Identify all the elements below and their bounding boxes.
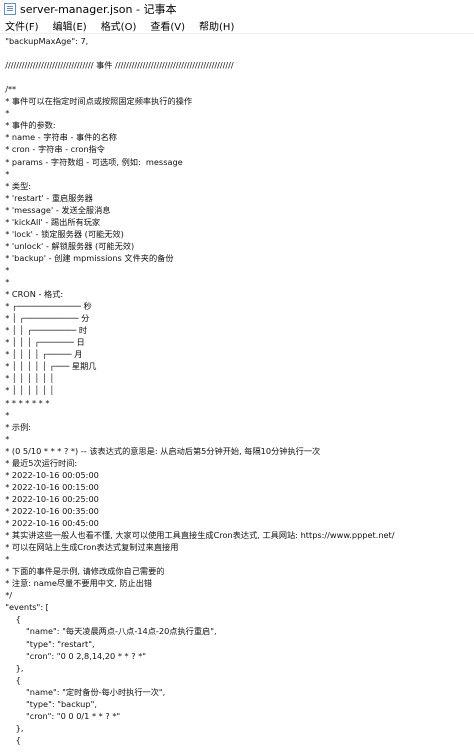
text-line: * 示例: xyxy=(0,421,32,432)
text-line: * 最近5次运行时间: xyxy=(0,457,78,468)
text-line: * xyxy=(0,409,10,420)
text-line: * 'backup' - 创建 mpmissions 文件夹的备份 xyxy=(0,252,174,263)
text-line: * 'lock' - 锁定服务器 (可能无效) xyxy=(0,228,124,239)
menu-format[interactable]: 格式(O) xyxy=(94,18,144,33)
text-line: * 'restart' - 重启服务器 xyxy=(0,192,93,203)
text-line: */ xyxy=(0,590,13,601)
text-line: * xyxy=(0,433,10,444)
text-line: }, xyxy=(0,722,24,733)
text-line: * name - 字符串 - 事件的名称 xyxy=(0,132,117,143)
text-line: "events": [ xyxy=(0,602,49,613)
text-line: * xyxy=(0,554,10,565)
text-line: * xyxy=(0,277,10,287)
text-line: * │ ┌─────────── 分 xyxy=(0,313,90,324)
text-line: "cron": "0 0 0/1 * * ? *" xyxy=(0,710,121,721)
text-line: "backupMaxAge": 7, xyxy=(0,36,89,46)
window-title: server-manager.json - 记事本 xyxy=(20,2,177,16)
text-line: * xyxy=(0,108,10,119)
notepad-window: server-manager.json - 记事本 文件(F) 编辑(E) 格式… xyxy=(0,0,474,753)
text-line: * params - 字符数组 - 可选项, 例如: message xyxy=(0,156,183,167)
text-line: * cron - 字符串 - cron指令 xyxy=(0,144,105,155)
text-line: * 2022-10-16 00:25:00 xyxy=(0,493,99,504)
text-line: { xyxy=(0,614,21,625)
text-line: * * * * * * * xyxy=(0,397,50,408)
text-line: * │ │ │ │ │ ┌─── 星期几 xyxy=(0,361,97,372)
text-line: * │ │ │ │ ┌───── 月 xyxy=(0,349,83,360)
text-line: * 下面的事件是示例, 请修改成你自己需要的 xyxy=(0,566,165,577)
text-line: * 事件可以在指定时间点或按照固定频率执行的操作 xyxy=(0,96,193,107)
text-line: * ┌───────────── 秒 xyxy=(0,301,92,312)
text-line: "name": "每天凌晨两点-八点-14点-20点执行重启", xyxy=(0,626,217,637)
text-line: "type": "backup", xyxy=(0,698,97,709)
text-line: * 2022-10-16 00:35:00 xyxy=(0,505,99,516)
text-line: * (0 5/10 * * * ? *) -- 该表达式的意思是: 从启动后第5… xyxy=(0,445,321,456)
text-line: * CRON - 格式: xyxy=(0,289,64,300)
text-line: * xyxy=(0,168,10,179)
text-line: * 'message' - 发送全服消息 xyxy=(0,204,111,215)
text-line: "cron": "0 0 2,8,14,20 * * ? *" xyxy=(0,650,147,661)
text-line: "type": "restart", xyxy=(0,638,95,649)
menu-file[interactable]: 文件(F) xyxy=(0,18,46,33)
text-editor-area[interactable]: "backupMaxAge": 7, /////////////////////… xyxy=(0,33,474,753)
text-line: * │ │ │ ┌─────── 日 xyxy=(0,337,85,348)
text-line: /** xyxy=(0,84,17,95)
text-line: * 2022-10-16 00:15:00 xyxy=(0,481,99,492)
text-line: * 事件的参数: xyxy=(0,120,56,131)
text-line: //////////////////////////////// 事件 ////… xyxy=(0,60,234,71)
text-line: * │ │ ┌───────── 时 xyxy=(0,325,88,336)
notepad-app-icon xyxy=(4,2,16,15)
text-line: * 其实讲这些一般人也看不懂, 大家可以使用工具直接生成Cron表达式, 工具网… xyxy=(0,530,395,541)
text-line: * 可以在网站上生成Cron表达式复制过来直接用 xyxy=(0,542,179,553)
title-bar: server-manager.json - 记事本 xyxy=(0,0,474,17)
text-line: * 类型: xyxy=(0,180,32,191)
text-line: * 'unlock' - 解锁服务器 (可能无效) xyxy=(0,240,135,251)
text-line: * │ │ │ │ │ │ xyxy=(0,385,55,396)
text-line: "name": "定时备份-每小时执行一次", xyxy=(0,686,166,697)
text-line: { xyxy=(0,674,21,685)
text-line: { xyxy=(0,734,21,745)
text-line: * 2022-10-16 00:05:00 xyxy=(0,469,99,480)
menu-view[interactable]: 查看(V) xyxy=(143,18,192,33)
menu-edit[interactable]: 编辑(E) xyxy=(46,18,94,33)
menu-help[interactable]: 帮助(H) xyxy=(192,18,241,33)
text-line: }, xyxy=(0,662,24,673)
text-line: * 'kickAll' - 踢出所有玩家 xyxy=(0,216,101,227)
text-line: * │ │ │ │ │ │ xyxy=(0,373,55,384)
text-line: * 2022-10-16 00:45:00 xyxy=(0,518,99,528)
text-line: * xyxy=(0,264,10,275)
menu-bar: 文件(F) 编辑(E) 格式(O) 查看(V) 帮助(H) xyxy=(0,17,474,33)
text-line: * 注意: name尽量不要用中文, 防止出错 xyxy=(0,578,153,589)
